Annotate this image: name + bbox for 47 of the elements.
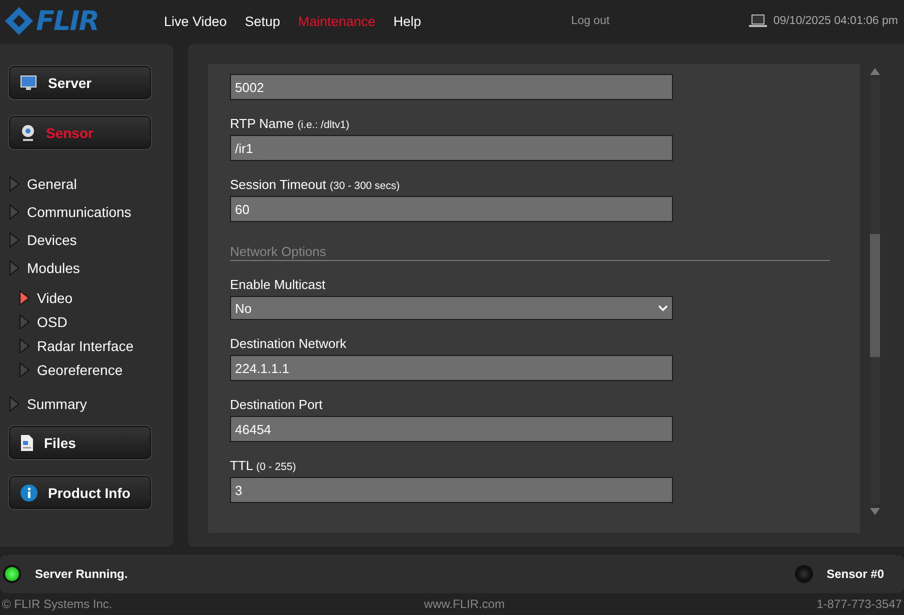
- chevron-down-icon: [658, 304, 668, 312]
- menu-item[interactable]: Modules: [9, 254, 173, 282]
- nav-link[interactable]: Setup: [244, 14, 280, 28]
- nav-link[interactable]: Live Video: [164, 14, 227, 28]
- status-text: Server Running.: [35, 567, 128, 581]
- input-field[interactable]: 3: [230, 477, 673, 503]
- input-field[interactable]: 46454: [230, 416, 673, 442]
- status-text: Sensor #0: [826, 567, 884, 581]
- copyright-text: © FLIR Systems Inc.: [2, 597, 112, 611]
- submenu-item[interactable]: OSD: [19, 310, 173, 334]
- logout-link[interactable]: Log out: [571, 15, 610, 27]
- submenu-item[interactable]: Video: [19, 286, 173, 310]
- phone-text: 1-877-773-3547: [816, 597, 902, 611]
- logo-text: FLIR: [36, 6, 98, 36]
- field-label: RTP Name (i.e.: /dltv1): [230, 116, 350, 131]
- field-label: Enable Multicast: [230, 277, 326, 292]
- datetime-text: 09/10/2025 04:01:06 pm: [773, 15, 898, 27]
- field-label: Destination Port: [230, 397, 324, 412]
- menu-item[interactable]: Communications: [9, 198, 173, 226]
- monitor-icon: [20, 74, 38, 90]
- laptop-icon: [749, 14, 768, 28]
- menu-item[interactable]: General: [9, 170, 173, 198]
- menu-item[interactable]: Summary: [9, 390, 173, 418]
- section-button[interactable]: Server: [9, 66, 151, 99]
- scrollbar-thumb[interactable]: [870, 234, 880, 357]
- submenu-item[interactable]: Radar Interface: [19, 334, 173, 358]
- input-field[interactable]: 5002: [230, 74, 673, 100]
- scroll-down-icon[interactable]: [870, 508, 880, 515]
- input-field[interactable]: 224.1.1.1: [230, 355, 673, 381]
- section-heading: Network Options: [230, 244, 830, 261]
- info-icon: [20, 484, 38, 502]
- input-field[interactable]: 60: [230, 196, 673, 222]
- section-button[interactable]: Files: [9, 426, 151, 459]
- submenu-item[interactable]: Georeference: [19, 358, 173, 382]
- scroll-up-icon[interactable]: [870, 68, 880, 75]
- input-field[interactable]: /ir1: [230, 135, 673, 161]
- logo-diamond-icon: [4, 6, 34, 36]
- menu-item[interactable]: Devices: [9, 226, 173, 254]
- nav-link[interactable]: Help: [393, 14, 422, 28]
- website-link[interactable]: www.FLIR.com: [424, 597, 505, 611]
- field-label: TTL (0 - 255): [230, 458, 297, 473]
- section-button[interactable]: Product Info: [9, 476, 151, 509]
- document-icon: [20, 434, 34, 452]
- field-label: Session Timeout (30 - 300 secs): [230, 177, 401, 192]
- webcam-icon: [20, 124, 36, 142]
- field-label: Destination Network: [230, 336, 348, 351]
- select-field[interactable]: No: [230, 296, 673, 320]
